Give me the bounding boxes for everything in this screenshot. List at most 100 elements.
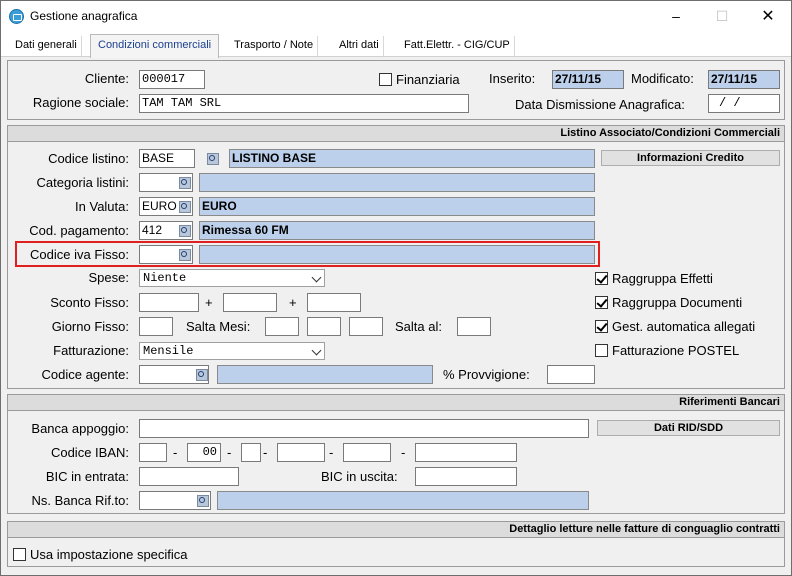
iban-dash-4: - [329,445,334,460]
dati-rid-button[interactable]: Dati RID/SDD [597,420,780,436]
sconto-fisso-label: Sconto Fisso: [50,295,129,310]
codice-listino-desc: LISTINO BASE [229,149,595,168]
usa-impostazione-checkbox[interactable] [13,548,26,561]
raggruppa-effetti-checkbox[interactable] [595,272,608,285]
codice-iva-lookup-icon[interactable] [178,248,191,261]
plus-sign-1: + [205,295,213,310]
pagamento-label: Cod. pagamento: [29,223,129,238]
categoria-listini-desc [199,173,595,192]
fatturazione-postel-checkbox[interactable] [595,344,608,357]
spese-label: Spese: [88,270,129,285]
chevron-down-icon [311,345,322,356]
codice-iva-fisso-desc [199,245,595,264]
bic-uscita-label: BIC in uscita: [321,469,398,484]
plus-sign-2: + [289,295,297,310]
ns-banca-lookup-icon[interactable] [196,494,209,507]
pagamento-desc: Rimessa 60 FM [199,221,595,240]
title-bar: Gestione anagrafica – ☐ ✕ [1,1,791,32]
sconto-fisso-field-1[interactable] [139,293,199,312]
informazioni-credito-button[interactable]: Informazioni Credito [601,150,780,166]
usa-impostazione-label: Usa impostazione specifica [30,547,188,562]
bic-entrata-label: BIC in entrata: [45,469,129,484]
finanziaria-checkbox[interactable] [379,73,392,86]
iban-field-3[interactable] [241,443,261,462]
fatturazione-postel-label: Fatturazione POSTEL [612,343,740,358]
chevron-down-icon [311,272,322,283]
valuta-label: In Valuta: [75,199,129,214]
cliente-label: Cliente: [84,71,129,86]
tab-fatt-elettr[interactable]: Fatt.Elettr. - CIG/CUP [400,36,515,57]
pagamento-lookup-icon[interactable] [178,224,191,237]
listino-section-header: Listino Associato/Condizioni Commerciali [8,126,784,142]
banca-appoggio-label: Banca appoggio: [31,421,129,436]
ns-banca-label: Ns. Banca Rif.to: [31,493,129,508]
codice-agente-lookup-icon[interactable] [195,368,208,381]
iban-field-2[interactable]: 00 [187,443,221,462]
finanziaria-label: Finanziaria [396,72,460,87]
bic-uscita-field[interactable] [415,467,517,486]
raggruppa-documenti-label: Raggruppa Documenti [612,295,743,310]
conguaglio-section-header: Dettaglio letture nelle fatture di congu… [8,522,784,538]
fatturazione-select[interactable]: Mensile [139,342,325,360]
raggruppa-effetti-label: Raggruppa Effetti [612,271,713,286]
bic-entrata-field[interactable] [139,467,239,486]
banca-appoggio-field[interactable] [139,419,589,438]
iban-dash-1: - [173,445,178,460]
codice-listino-lookup-icon[interactable] [206,152,219,165]
minimize-icon[interactable]: – [653,1,699,32]
codice-agente-desc [217,365,433,384]
salta-mesi-field-2[interactable] [307,317,341,336]
tab-condizioni-commerciali[interactable]: Condizioni commerciali [90,34,220,58]
codice-agente-label: Codice agente: [41,367,129,382]
codice-listino-field[interactable]: BASE [139,149,195,168]
raggruppa-documenti-checkbox[interactable] [595,296,608,309]
codice-iva-fisso-label: Codice iva Fisso: [30,247,129,262]
sconto-fisso-field-3[interactable] [307,293,361,312]
modificato-label: Modificato: [631,71,694,86]
gest-allegati-checkbox[interactable] [595,320,608,333]
app-icon [9,9,24,24]
iban-field-1[interactable] [139,443,167,462]
iban-field-5[interactable] [343,443,391,462]
tab-dati-generali[interactable]: Dati generali [11,36,82,57]
salta-al-label: Salta al: [395,319,442,334]
salta-al-field[interactable] [457,317,491,336]
window-title: Gestione anagrafica [30,9,138,23]
iban-field-6[interactable] [415,443,517,462]
maximize-icon[interactable]: ☐ [699,1,745,32]
fatturazione-label: Fatturazione: [53,343,129,358]
cliente-field[interactable]: 000017 [139,70,205,89]
salta-mesi-label: Salta Mesi: [186,319,251,334]
spese-value: Niente [143,271,187,285]
close-icon[interactable]: ✕ [745,1,791,32]
codice-listino-label: Codice listino: [48,151,129,166]
valuta-lookup-icon[interactable] [178,200,191,213]
data-dismissione-label: Data Dismissione Anagrafica: [515,97,685,112]
provvigione-label: % Provvigione: [443,367,530,382]
tab-altri-dati[interactable]: Altri dati [335,36,384,57]
data-dismissione-field[interactable]: / / [708,94,780,113]
valuta-desc: EURO [199,197,595,216]
ragione-sociale-label: Ragione sociale: [32,95,129,110]
giorno-fisso-label: Giorno Fisso: [51,319,129,334]
categoria-listini-label: Categoria listini: [36,175,130,190]
inserito-label: Inserito: [489,71,536,86]
salta-mesi-field-3[interactable] [349,317,383,336]
iban-dash-2: - [227,445,232,460]
banca-section-header: Riferimenti Bancari [8,395,784,411]
tab-bar: Dati generali Condizioni commerciali Tra… [1,32,791,58]
ragione-sociale-field[interactable]: TAM TAM SRL [139,94,469,113]
provvigione-field[interactable] [547,365,595,384]
iban-dash-5: - [401,445,406,460]
codice-iban-label: Codice IBAN: [50,445,129,460]
salta-mesi-field-1[interactable] [265,317,299,336]
categoria-listini-lookup-icon[interactable] [178,176,191,189]
iban-field-4[interactable] [277,443,325,462]
inserito-field: 27/11/15 [552,70,624,89]
tab-trasporto-note[interactable]: Trasporto / Note [230,36,319,57]
sconto-fisso-field-2[interactable] [223,293,277,312]
fatturazione-value: Mensile [143,344,194,358]
iban-dash-3: - [263,445,268,460]
giorno-fisso-field[interactable] [139,317,173,336]
spese-select[interactable]: Niente [139,269,325,287]
